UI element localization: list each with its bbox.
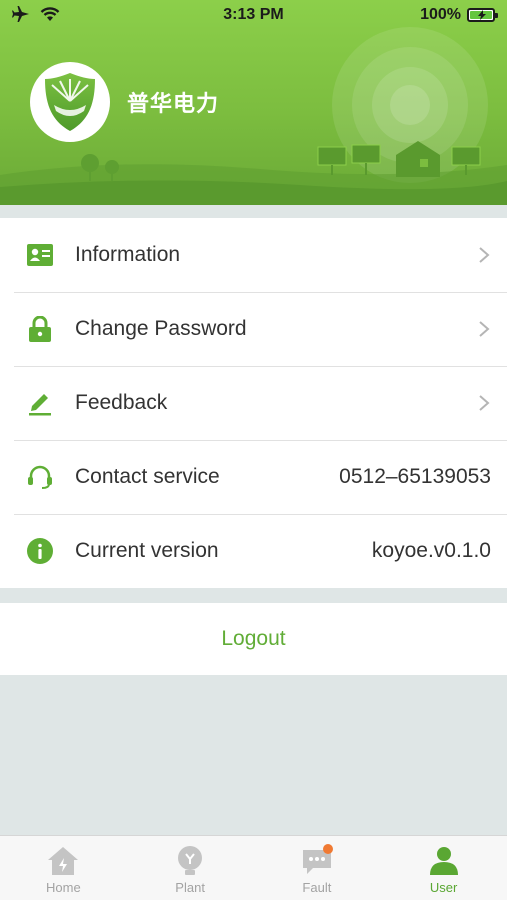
- bottom-tab-bar: Home Plant Fault User: [0, 835, 507, 900]
- menu-label: Feedback: [75, 391, 168, 414]
- menu-item-change-password[interactable]: Change Password: [0, 292, 507, 366]
- plant-icon: [178, 846, 203, 875]
- status-bar: 3:13 PM 100%: [0, 0, 507, 30]
- info-icon: [27, 538, 53, 564]
- menu-item-feedback[interactable]: Feedback: [0, 366, 507, 440]
- settings-menu: Information Change Password Feedback Con…: [0, 218, 507, 588]
- chevron-right-icon: [479, 321, 490, 337]
- tab-fault[interactable]: Fault: [254, 836, 381, 900]
- tab-label: Fault: [302, 880, 332, 895]
- id-card-icon: [27, 242, 53, 268]
- tab-home[interactable]: Home: [0, 836, 127, 900]
- notification-badge: [322, 844, 333, 854]
- tab-plant[interactable]: Plant: [127, 836, 254, 900]
- battery-percent: 100%: [420, 6, 461, 23]
- battery-icon: [467, 8, 498, 22]
- pencil-icon: [27, 390, 53, 416]
- menu-item-current-version[interactable]: Current version koyoe.v0.1.0: [0, 514, 507, 588]
- app-name: 普华电力: [127, 91, 220, 116]
- menu-label: Information: [75, 243, 181, 266]
- tab-user[interactable]: User: [380, 836, 507, 900]
- menu-label: Current version: [75, 539, 219, 562]
- headset-icon: [27, 464, 53, 490]
- version-value: koyoe.v0.1.0: [371, 539, 491, 562]
- menu-item-information[interactable]: Information: [0, 218, 507, 292]
- logout-button[interactable]: Logout: [0, 603, 507, 675]
- tab-label: User: [429, 880, 458, 895]
- landscape-illustration: [0, 141, 507, 205]
- profile-header: 3:13 PM 100% 普华电力: [0, 0, 507, 205]
- chevron-right-icon: [479, 247, 490, 263]
- chevron-right-icon: [479, 395, 490, 411]
- home-icon: [48, 847, 79, 875]
- tab-label: Plant: [175, 880, 205, 895]
- menu-label: Contact service: [75, 465, 220, 488]
- menu-label: Change Password: [75, 317, 247, 340]
- avatar[interactable]: [30, 62, 110, 142]
- tab-label: Home: [46, 880, 81, 895]
- lock-icon: [27, 316, 53, 342]
- user-icon: [429, 847, 458, 875]
- shield-logo-icon: [45, 73, 95, 131]
- menu-item-contact-service[interactable]: Contact service 0512–65139053: [0, 440, 507, 514]
- contact-phone: 0512–65139053: [339, 465, 491, 488]
